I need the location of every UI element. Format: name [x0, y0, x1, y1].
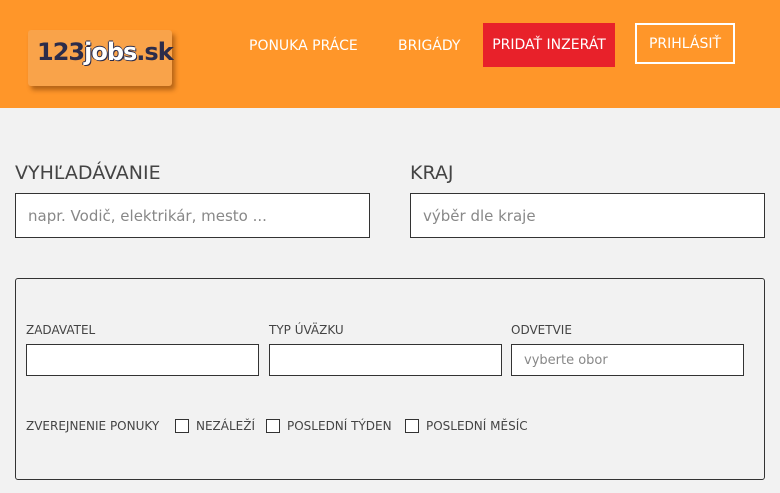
publication-option-label: NEZÁLEŽÍ [196, 419, 256, 433]
search-label: VYHĽADÁVANIE [15, 162, 161, 184]
publication-option-label: POSLEDNÍ TÝDEN [287, 419, 392, 433]
filter-panel: ZADAVATEL TYP ÚVÄZKU ODVETVIE vyberte ob… [15, 278, 765, 480]
checkbox-icon[interactable] [405, 419, 419, 433]
industry-select[interactable]: vyberte obor [511, 344, 744, 376]
nav-job-offers-link[interactable]: PONUKA PRÁCE [249, 38, 358, 54]
publication-option-last-month[interactable]: POSLEDNÍ MĚSÍC [405, 419, 528, 433]
checkbox-icon[interactable] [175, 419, 189, 433]
publication-option-last-week[interactable]: POSLEDNÍ TÝDEN [266, 419, 392, 433]
publication-option-any[interactable]: NEZÁLEŽÍ [175, 419, 255, 433]
site-logo[interactable]: 123jobs.sk [28, 30, 174, 86]
region-label: KRAJ [410, 162, 454, 184]
region-select[interactable]: výběr dle kraje [410, 193, 765, 238]
employment-type-label: TYP ÚVÄZKU [269, 323, 344, 337]
site-header: 123jobs.sk PONUKA PRÁCE BRIGÁDY PRIDAŤ I… [0, 0, 780, 108]
employer-label: ZADAVATEL [26, 323, 96, 337]
nav-temp-jobs-link[interactable]: BRIGÁDY [398, 38, 460, 54]
industry-label: ODVETVIE [511, 323, 572, 337]
search-input[interactable]: napr. Vodič, elektrikár, mesto ... [15, 193, 370, 238]
publication-option-label: POSLEDNÍ MĚSÍC [426, 419, 528, 433]
logo-text: 123jobs.sk [37, 38, 174, 66]
employment-type-select[interactable] [269, 344, 502, 376]
checkbox-icon[interactable] [266, 419, 280, 433]
add-listing-button[interactable]: PRIDAŤ INZERÁT [483, 23, 615, 67]
employer-input[interactable] [26, 344, 259, 376]
login-button[interactable]: PRIHLÁSIŤ [635, 23, 735, 64]
publication-label: ZVEREJNENIE PONUKY [26, 419, 160, 433]
